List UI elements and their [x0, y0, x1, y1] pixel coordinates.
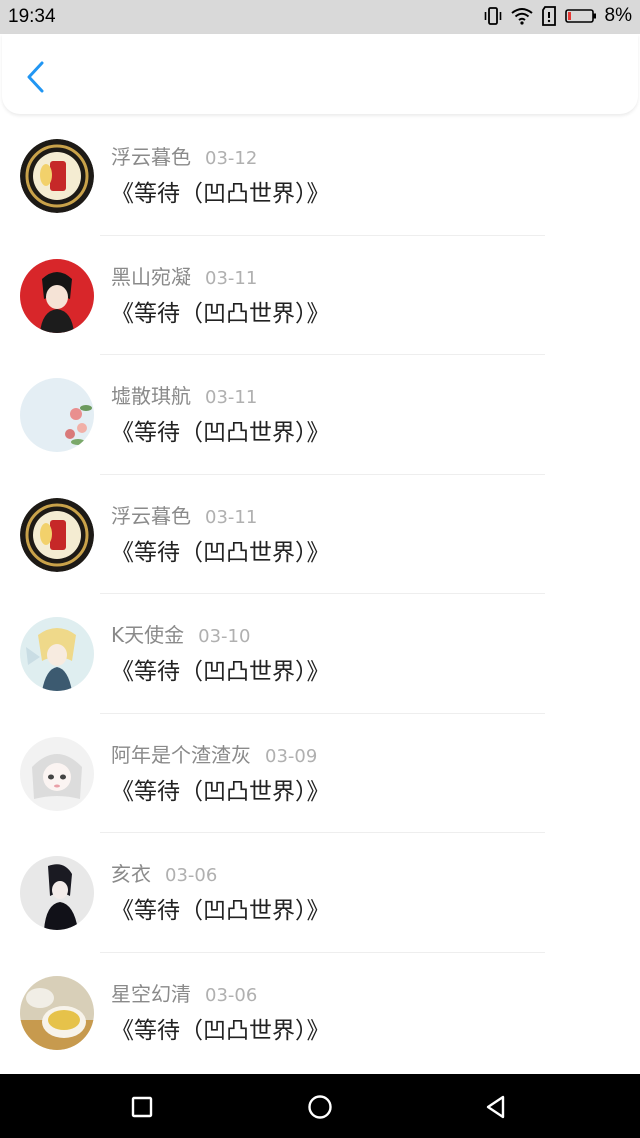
work-title[interactable]: 《等待（凹凸世界）》	[111, 1016, 330, 1046]
status-bar: 19:34 8%	[0, 0, 640, 34]
post-date: 03-06	[165, 865, 218, 886]
sim-alert-icon	[541, 6, 556, 26]
back-triangle-icon	[486, 1095, 505, 1119]
chevron-left-icon	[27, 61, 44, 93]
post-date: 03-09	[265, 745, 318, 767]
post-date: 03-06	[205, 984, 258, 1006]
work-title[interactable]: 《等待（凹凸世界）》	[111, 657, 330, 687]
work-title[interactable]: 《等待（凹凸世界）》	[111, 179, 330, 209]
recents-button[interactable]	[125, 1090, 159, 1124]
avatar[interactable]	[20, 497, 94, 572]
author-name[interactable]: 阿年是个渣渣灰	[111, 743, 251, 767]
home-circle-icon	[308, 1095, 332, 1119]
avatar[interactable]	[20, 617, 94, 691]
work-title[interactable]: 《等待（凹凸世界）》	[111, 418, 330, 448]
work-title[interactable]: 《等待（凹凸世界）》	[111, 538, 330, 568]
battery-percent: 8%	[604, 5, 632, 26]
author-name[interactable]: K天使金	[111, 623, 184, 647]
list-item[interactable]: 浮云暮色 03-11 《等待（凹凸世界）》	[0, 475, 640, 594]
author-name[interactable]: 墟散琪航	[111, 384, 191, 408]
post-date: 03-11	[205, 506, 258, 528]
battery-icon	[564, 9, 596, 23]
avatar[interactable]	[20, 139, 94, 213]
post-date: 03-12	[205, 148, 258, 169]
avatar[interactable]	[20, 975, 94, 1050]
avatar[interactable]	[20, 856, 94, 930]
author-name[interactable]: 星空幻清	[111, 982, 191, 1006]
dark-figure-avatar	[20, 856, 94, 930]
app-bar	[2, 34, 638, 114]
list-item[interactable]: K天使金 03-10 《等待（凹凸世界）》	[0, 594, 640, 714]
status-time: 19:34	[8, 6, 56, 27]
wifi-icon	[510, 8, 533, 25]
comment-list: 浮云暮色 03-12 《等待（凹凸世界）》 黑山宛凝 03-11 《等待（凹凸世界）…	[0, 116, 640, 1072]
work-title[interactable]: 《等待（凹凸世界）》	[111, 299, 330, 329]
post-date: 03-11	[205, 387, 258, 408]
list-item[interactable]: 黑山宛凝 03-11 《等待（凹凸世界）》	[0, 236, 640, 355]
anime-boy-red-avatar	[20, 258, 94, 333]
list-item[interactable]: 星空幻清 03-06 《等待（凹凸世界）》	[0, 953, 640, 1073]
list-item[interactable]: 墟散琪航 03-11 《等待（凹凸世界）》	[0, 355, 640, 475]
fu-character-avatar	[20, 497, 94, 572]
vibrate-icon	[484, 7, 501, 25]
work-title[interactable]: 《等待（凹凸世界）》	[111, 896, 330, 926]
flower-avatar	[20, 378, 94, 452]
list-item[interactable]: 浮云暮色 03-12 《等待（凹凸世界）》	[0, 116, 640, 236]
author-name[interactable]: 浮云暮色	[111, 504, 191, 528]
avatar[interactable]	[20, 736, 94, 811]
system-nav-bar	[0, 1074, 640, 1138]
fu-character-avatar	[20, 139, 94, 213]
back-button[interactable]	[22, 60, 52, 94]
avatar[interactable]	[20, 378, 94, 452]
recents-square-icon	[131, 1096, 153, 1118]
home-button[interactable]	[303, 1090, 337, 1124]
white-hair-girl-avatar	[20, 736, 94, 811]
avatar[interactable]	[20, 258, 94, 333]
post-date: 03-10	[198, 626, 251, 647]
list-item[interactable]: 阿年是个渣渣灰 03-09 《等待（凹凸世界）》	[0, 714, 640, 833]
angel-girl-avatar	[20, 617, 94, 691]
status-icons: 8%	[483, 5, 632, 27]
work-title[interactable]: 《等待（凹凸世界）》	[111, 777, 330, 807]
system-back-button[interactable]	[479, 1090, 513, 1124]
tea-cup-avatar	[20, 975, 94, 1050]
post-date: 03-11	[205, 267, 258, 289]
list-item[interactable]: 亥衣 03-06 《等待（凹凸世界）》	[0, 833, 640, 953]
author-name[interactable]: 亥衣	[111, 862, 151, 886]
author-name[interactable]: 黑山宛凝	[111, 265, 191, 289]
author-name[interactable]: 浮云暮色	[111, 145, 191, 169]
